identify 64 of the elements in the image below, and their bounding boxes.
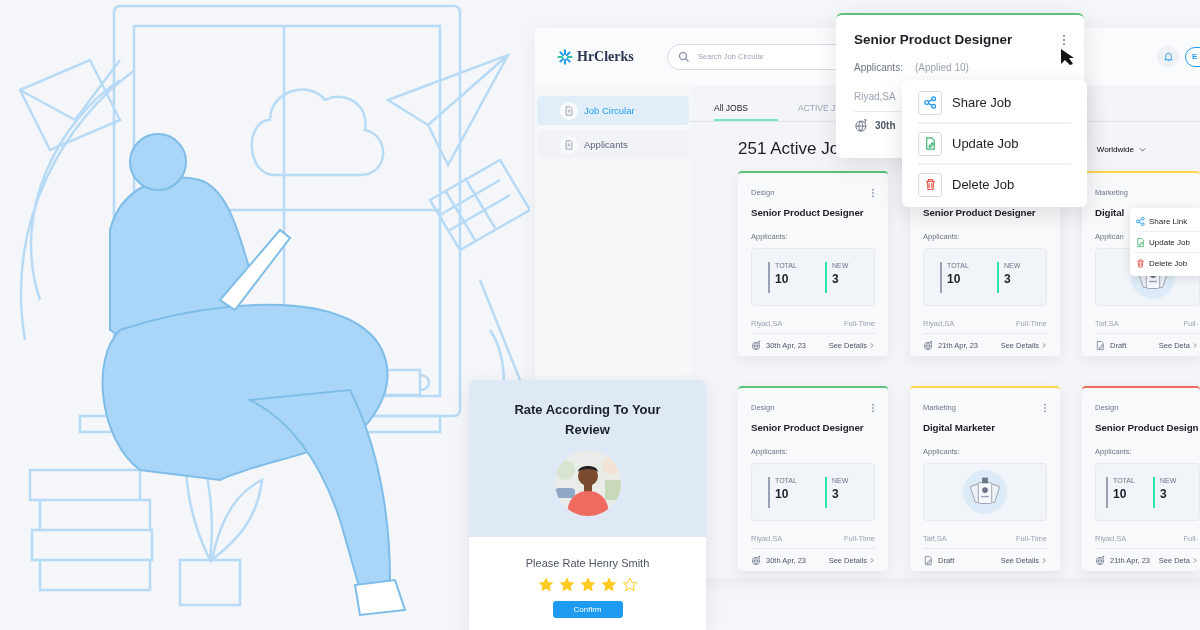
search-icon xyxy=(678,50,690,63)
logo-icon xyxy=(557,48,573,65)
document-icon xyxy=(564,105,574,116)
stat-value: 10 xyxy=(775,487,790,501)
chevron-right-icon xyxy=(1041,342,1047,349)
job-title: Senior Product Designer xyxy=(923,207,1036,218)
draft-edit-icon xyxy=(1095,340,1106,351)
post-date: 30th xyxy=(875,120,896,131)
globe-icon xyxy=(1095,555,1106,566)
kebab-menu-icon[interactable] xyxy=(1043,402,1047,413)
globe-icon xyxy=(854,118,869,133)
stat-value: 10 xyxy=(1113,487,1128,501)
menu-item[interactable]: Share Link xyxy=(1135,211,1200,231)
rating-title: Rate According To Your Review xyxy=(513,401,662,439)
stat-value: 10 xyxy=(947,272,962,286)
job-title: Senior Product Design xyxy=(1095,422,1199,433)
stat-value: 3 xyxy=(1159,487,1168,501)
job-title: Digital Marketer xyxy=(923,422,995,433)
chevron-right-icon xyxy=(1192,342,1198,349)
cursor-icon xyxy=(1060,48,1074,66)
job-title: Digital xyxy=(1095,207,1125,218)
globe-icon xyxy=(923,340,934,351)
star-icon[interactable] xyxy=(621,577,638,593)
stat-value: 10 xyxy=(775,272,790,286)
menu-item[interactable]: Update Job xyxy=(918,122,1071,163)
menu-item[interactable]: Delete Job xyxy=(1135,252,1200,273)
globe-icon xyxy=(751,555,762,566)
notification-button[interactable] xyxy=(1157,45,1179,68)
star-icon[interactable] xyxy=(579,577,596,593)
star-rating[interactable] xyxy=(537,577,638,593)
sidebar-item[interactable]: Applicants xyxy=(537,130,689,159)
job-location: Riyad,SA xyxy=(854,91,897,102)
menu-item[interactable]: Share Job xyxy=(918,83,1071,122)
chevron-right-icon xyxy=(869,557,875,564)
job-title: Senior Product Designer xyxy=(751,422,864,433)
menu-item[interactable]: Delete Job xyxy=(918,163,1071,204)
draft-edit-icon xyxy=(923,555,934,566)
chevron-right-icon xyxy=(869,342,875,349)
chevron-right-icon xyxy=(1192,557,1198,564)
star-icon[interactable] xyxy=(558,577,575,593)
location-filter[interactable]: Worldwide xyxy=(1096,144,1147,154)
stat-value: 3 xyxy=(831,272,840,286)
document-icon xyxy=(564,139,574,150)
globe-icon xyxy=(751,340,762,351)
kebab-menu-icon[interactable] xyxy=(1062,33,1066,46)
kebab-menu-icon[interactable] xyxy=(871,187,875,198)
bell-icon xyxy=(1162,51,1174,62)
applied-count: (Applied 10) xyxy=(914,62,969,73)
stat-value: 3 xyxy=(1003,272,1012,286)
kebab-menu-icon[interactable] xyxy=(871,402,875,413)
share-icon xyxy=(1135,215,1146,227)
rating-prompt: Please Rate Henry Smith xyxy=(525,557,650,569)
star-icon[interactable] xyxy=(600,577,617,593)
share-icon xyxy=(922,95,938,110)
star-icon[interactable] xyxy=(537,577,554,593)
stat-value: 3 xyxy=(831,487,840,501)
menu-item[interactable]: Update Job xyxy=(1135,231,1200,252)
chevron-right-icon xyxy=(1041,557,1047,564)
job-title: Senior Product Designer xyxy=(751,207,864,218)
id-cards-drawing xyxy=(962,469,1008,515)
brand-name: HrClerks xyxy=(577,48,634,65)
tab[interactable]: All JOBS xyxy=(714,93,778,121)
document-edit-icon xyxy=(1135,236,1146,248)
trash-icon xyxy=(1135,257,1146,269)
